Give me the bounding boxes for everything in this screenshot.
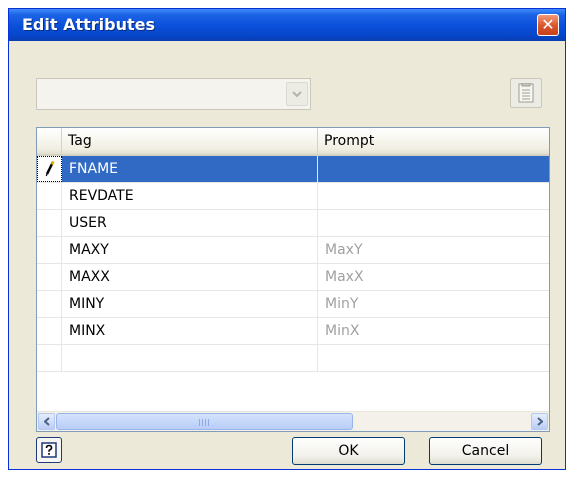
row-selector[interactable] [37, 156, 62, 182]
list-icon [518, 83, 534, 103]
table-row[interactable]: FNAME [37, 156, 549, 183]
table-row[interactable]: USER [37, 210, 549, 237]
title-bar[interactable]: Edit Attributes ✕ [9, 9, 565, 41]
tag-cell[interactable]: FNAME [62, 156, 318, 182]
attributes-grid: Tag Prompt FNAME REVDATE USER MAXY MaxY … [36, 127, 550, 432]
cancel-button[interactable]: Cancel [429, 437, 542, 465]
row-selector[interactable] [37, 210, 62, 236]
prompt-cell[interactable]: MaxY [318, 237, 549, 263]
dialog-title: Edit Attributes [22, 15, 156, 34]
tag-cell[interactable]: REVDATE [62, 183, 318, 209]
table-row[interactable]: REVDATE [37, 183, 549, 210]
table-row[interactable]: MAXX MaxX [37, 264, 549, 291]
dialog-body: Tag Prompt FNAME REVDATE USER MAXY MaxY … [9, 41, 565, 469]
prompt-cell[interactable] [318, 345, 549, 371]
close-button[interactable]: ✕ [537, 14, 559, 36]
prompt-cell[interactable]: MaxX [318, 264, 549, 290]
edit-attributes-dialog: Edit Attributes ✕ Tag Prompt FNAME REVDA… [8, 8, 566, 470]
help-button[interactable] [36, 437, 62, 463]
list-button[interactable] [510, 78, 542, 108]
close-icon: ✕ [541, 15, 555, 34]
row-selector[interactable] [37, 318, 62, 344]
tag-cell[interactable]: MINY [62, 291, 318, 317]
column-header-prompt[interactable]: Prompt [318, 128, 549, 154]
table-row[interactable]: MAXY MaxY [37, 237, 549, 264]
prompt-cell[interactable]: MinY [318, 291, 549, 317]
tag-cell[interactable] [62, 345, 318, 371]
scroll-grip [199, 419, 211, 426]
tag-cell[interactable]: USER [62, 210, 318, 236]
chevron-down-icon [292, 90, 302, 97]
grid-rows: FNAME REVDATE USER MAXY MaxY MAXX MaxX M… [37, 156, 549, 372]
help-icon [41, 442, 57, 458]
table-row[interactable] [37, 345, 549, 372]
row-selector[interactable] [37, 183, 62, 209]
horizontal-scrollbar[interactable] [37, 411, 549, 431]
column-header-tag[interactable]: Tag [62, 128, 318, 154]
chevron-right-icon [536, 417, 543, 426]
row-selector-header [37, 128, 62, 154]
scroll-thumb[interactable] [56, 413, 353, 430]
prompt-cell[interactable]: MinX [318, 318, 549, 344]
prompt-cell[interactable] [318, 183, 549, 209]
grid-header: Tag Prompt [37, 128, 549, 156]
pencil-icon [45, 161, 55, 177]
scroll-left-button[interactable] [38, 413, 55, 430]
row-selector[interactable] [37, 345, 62, 371]
block-dropdown[interactable] [36, 78, 311, 110]
tag-cell[interactable]: MAXY [62, 237, 318, 263]
tag-cell[interactable]: MINX [62, 318, 318, 344]
prompt-cell[interactable] [318, 156, 549, 182]
table-row[interactable]: MINY MinY [37, 291, 549, 318]
table-row[interactable]: MINX MinX [37, 318, 549, 345]
row-selector[interactable] [37, 264, 62, 290]
chevron-left-icon [43, 417, 50, 426]
scroll-right-button[interactable] [531, 413, 548, 430]
ok-button[interactable]: OK [292, 437, 405, 465]
row-selector[interactable] [37, 291, 62, 317]
tag-cell[interactable]: MAXX [62, 264, 318, 290]
row-selector[interactable] [37, 237, 62, 263]
prompt-cell[interactable] [318, 210, 549, 236]
dropdown-button[interactable] [286, 82, 308, 106]
